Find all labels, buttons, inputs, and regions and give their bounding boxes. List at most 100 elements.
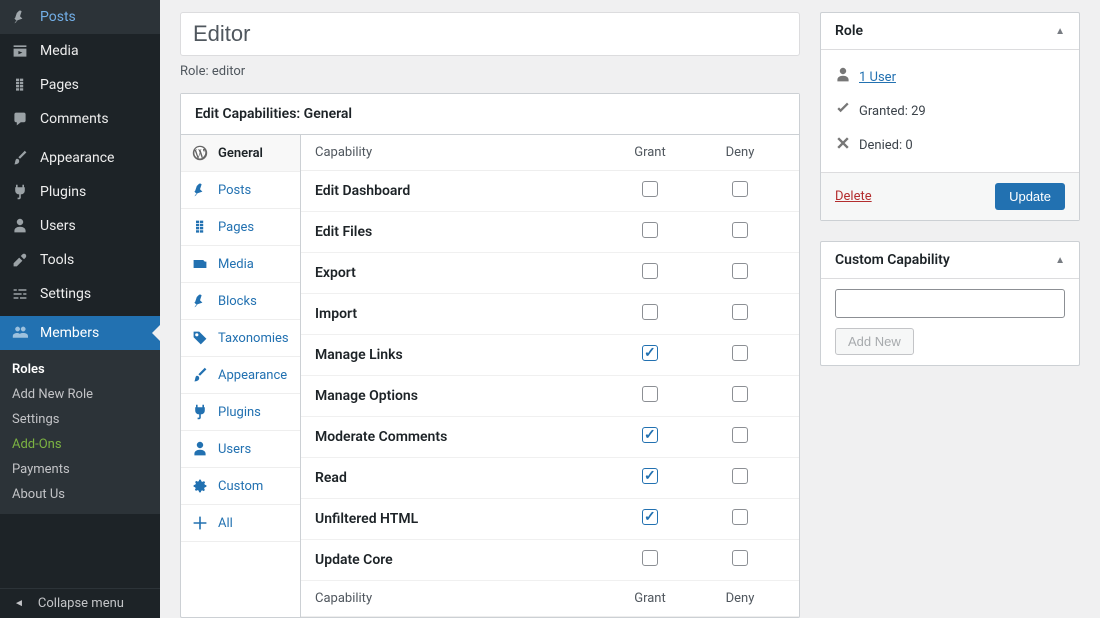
collapse-menu[interactable]: Collapse menu — [0, 588, 160, 618]
admin-sidebar: Posts Media Pages Comments Appearance Pl… — [0, 0, 160, 618]
sidebar-item-settings[interactable]: Settings — [0, 277, 160, 311]
sidebar-item-label: Media — [40, 43, 79, 59]
cap-tab-pages[interactable]: Pages — [181, 209, 300, 246]
grant-checkbox[interactable] — [642, 304, 658, 320]
sidebar-item-label: Members — [40, 325, 99, 341]
grant-checkbox[interactable] — [642, 427, 658, 443]
cap-tab-all[interactable]: All — [181, 505, 300, 542]
cap-tab-posts[interactable]: Posts — [181, 172, 300, 209]
update-button[interactable]: Update — [995, 183, 1065, 210]
deny-checkbox[interactable] — [732, 222, 748, 238]
submenu-item-roles[interactable]: Roles — [0, 357, 160, 382]
capability-name: Manage Options — [315, 388, 605, 404]
wrench-icon — [10, 250, 30, 270]
cap-tab-label: Blocks — [218, 294, 257, 309]
user-count-link[interactable]: 1 User — [859, 70, 896, 85]
capability-name: Update Core — [315, 552, 605, 568]
cap-tab-plugins[interactable]: Plugins — [181, 394, 300, 431]
brush-icon — [191, 367, 209, 383]
custom-capability-input[interactable] — [835, 289, 1065, 318]
sidebar-item-users[interactable]: Users — [0, 209, 160, 243]
submenu-item-about-us[interactable]: About Us — [0, 482, 160, 507]
submenu-item-add-new-role[interactable]: Add New Role — [0, 382, 160, 407]
role-title-input[interactable] — [180, 12, 800, 56]
user-icon — [835, 67, 855, 87]
grant-checkbox[interactable] — [642, 222, 658, 238]
deny-checkbox[interactable] — [732, 550, 748, 566]
sidebar-item-label: Pages — [40, 77, 79, 93]
capability-row: Import — [301, 294, 799, 335]
cap-tab-media[interactable]: Media — [181, 246, 300, 283]
cap-tab-label: Posts — [218, 183, 251, 198]
deny-checkbox[interactable] — [732, 427, 748, 443]
chat-icon — [10, 109, 30, 129]
submenu-item-payments[interactable]: Payments — [0, 457, 160, 482]
sidebar-item-label: Plugins — [40, 184, 86, 200]
check-icon — [835, 101, 855, 121]
capability-row: Moderate Comments — [301, 417, 799, 458]
capability-table-header: Capability Grant Deny — [301, 135, 799, 171]
role-metabox: Role ▲ 1 User Granted: 29 Denied: 0 Del — [820, 12, 1080, 221]
cap-tab-label: Taxonomies — [218, 331, 289, 346]
cap-tab-general[interactable]: General — [181, 135, 300, 172]
sidebar-item-label: Tools — [40, 252, 74, 268]
main-content: Role: editor Edit Capabilities: General … — [160, 0, 820, 618]
brush-icon — [10, 148, 30, 168]
grant-checkbox[interactable] — [642, 386, 658, 402]
chevron-up-icon: ▲ — [1055, 255, 1065, 266]
cap-tab-label: Plugins — [218, 405, 261, 420]
capabilities-panel: Edit Capabilities: General General Posts… — [180, 93, 800, 618]
sidebar-item-label: Users — [40, 218, 76, 234]
sliders-icon — [10, 284, 30, 304]
capabilities-panel-title: Edit Capabilities: General — [181, 94, 799, 135]
capability-name: Unfiltered HTML — [315, 511, 605, 527]
grant-checkbox[interactable] — [642, 468, 658, 484]
cap-tab-custom[interactable]: Custom — [181, 468, 300, 505]
x-icon — [835, 135, 855, 155]
capability-name: Edit Dashboard — [315, 183, 605, 199]
cap-tab-blocks[interactable]: Blocks — [181, 283, 300, 320]
custom-capability-header[interactable]: Custom Capability ▲ — [821, 242, 1079, 279]
sidebar-item-pages[interactable]: Pages — [0, 68, 160, 102]
grant-checkbox[interactable] — [642, 345, 658, 361]
capability-row: Export — [301, 253, 799, 294]
cap-tab-label: Pages — [218, 220, 254, 235]
capability-row: Edit Dashboard — [301, 171, 799, 212]
cap-tab-taxonomies[interactable]: Taxonomies — [181, 320, 300, 357]
deny-checkbox[interactable] — [732, 345, 748, 361]
capability-name: Import — [315, 306, 605, 322]
capability-row: Edit Files — [301, 212, 799, 253]
page-icon — [191, 219, 209, 235]
deny-checkbox[interactable] — [732, 304, 748, 320]
sidebar-item-appearance[interactable]: Appearance — [0, 141, 160, 175]
delete-role-link[interactable]: Delete — [835, 189, 872, 204]
deny-checkbox[interactable] — [732, 263, 748, 279]
grant-checkbox[interactable] — [642, 550, 658, 566]
deny-checkbox[interactable] — [732, 509, 748, 525]
sidebar-item-plugins[interactable]: Plugins — [0, 175, 160, 209]
submenu-item-settings[interactable]: Settings — [0, 407, 160, 432]
deny-checkbox[interactable] — [732, 468, 748, 484]
capability-name: Export — [315, 265, 605, 281]
cap-tab-users[interactable]: Users — [181, 431, 300, 468]
tag-icon — [191, 330, 209, 346]
role-metabox-header[interactable]: Role ▲ — [821, 13, 1079, 50]
deny-checkbox[interactable] — [732, 386, 748, 402]
grant-checkbox[interactable] — [642, 181, 658, 197]
add-new-capability-button[interactable]: Add New — [835, 328, 914, 355]
sidebar-item-comments[interactable]: Comments — [0, 102, 160, 136]
cap-tab-appearance[interactable]: Appearance — [181, 357, 300, 394]
submenu-item-add-ons[interactable]: Add-Ons — [0, 432, 160, 457]
capability-table: Capability Grant Deny Edit Dashboard Edi… — [301, 135, 799, 617]
sidebar-item-posts[interactable]: Posts — [0, 0, 160, 34]
sidebar-item-media[interactable]: Media — [0, 34, 160, 68]
capability-name: Moderate Comments — [315, 429, 605, 445]
grant-checkbox[interactable] — [642, 263, 658, 279]
cap-tab-label: Users — [218, 442, 251, 457]
sidebar-item-members[interactable]: Members — [0, 316, 160, 350]
sidebar-item-tools[interactable]: Tools — [0, 243, 160, 277]
cap-tab-label: All — [218, 516, 233, 531]
grant-checkbox[interactable] — [642, 509, 658, 525]
capability-row: Update Core — [301, 540, 799, 581]
deny-checkbox[interactable] — [732, 181, 748, 197]
